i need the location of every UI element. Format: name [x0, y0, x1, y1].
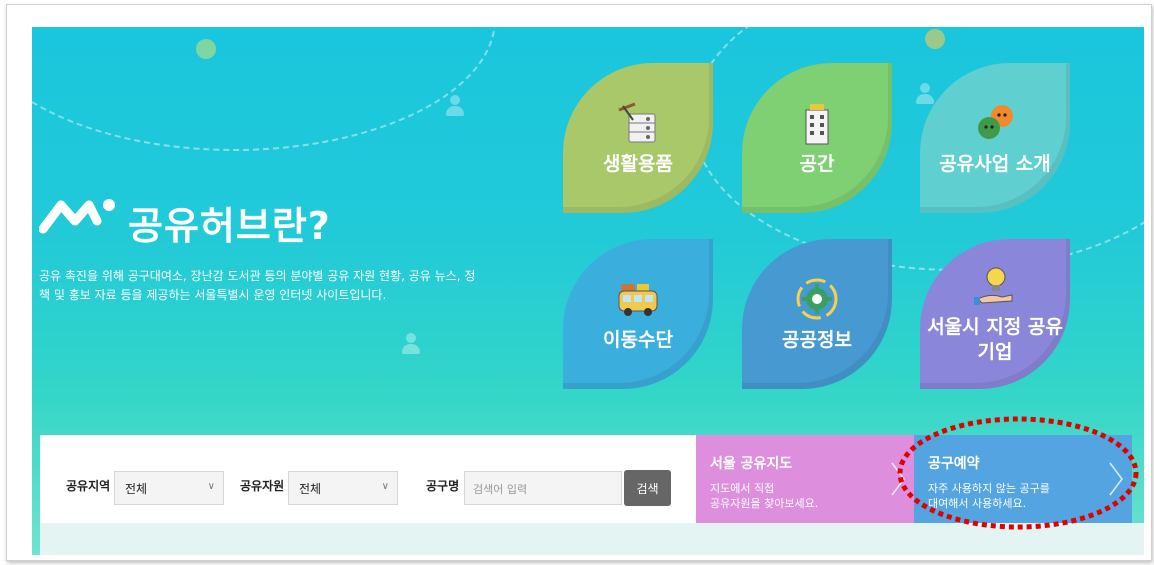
tile-label: 서울시 지정 공유기업	[927, 316, 1063, 363]
tile-transportation[interactable]: 이동수단	[563, 239, 713, 389]
background-dot	[196, 39, 216, 59]
resource-select-value: 전체	[299, 482, 322, 496]
lightbulb-hand-icon	[972, 263, 1018, 309]
hero-description: 공유 촉진을 위해 공구대여소, 장난감 도서관 등의 분야별 공유 자원 현황…	[39, 269, 476, 302]
sharehub-logo-icon	[38, 195, 119, 239]
person-icon	[446, 95, 464, 117]
tile-label: 생활용품	[603, 152, 673, 175]
tile-label: 공간	[799, 152, 835, 175]
tool-name-input[interactable]: 검색어 입력	[464, 471, 622, 505]
search-button[interactable]: 검색	[624, 470, 671, 506]
resource-label: 공유자원	[240, 479, 285, 493]
person-icon	[402, 333, 420, 355]
sharing-people-icon	[972, 100, 1018, 146]
van-icon	[615, 276, 661, 322]
background-dot	[925, 29, 945, 49]
annotation-highlight-ellipse	[897, 416, 1139, 530]
page-title: 공유허브란?	[128, 204, 331, 248]
resource-select[interactable]: 전체 ∨	[288, 471, 398, 505]
tile-label: 이동수단	[603, 328, 673, 351]
search-panel: 공유지역 전체 ∨ 공유자원 전체 ∨ 공구명 검색어 입력 검색	[40, 435, 696, 523]
tools-shelf-icon	[615, 100, 661, 146]
person-icon	[916, 83, 934, 105]
seoul-sharing-map-card[interactable]: 서울 공유지도 지도에서 직접 공유자원을 찾아보세요.	[696, 435, 914, 523]
tile-label: 공유사업 소개	[939, 152, 1051, 175]
chevron-down-icon: ∨	[381, 481, 389, 492]
card-title: 서울 공유지도	[710, 456, 793, 472]
tool-name-label: 공구명	[426, 479, 460, 493]
region-label: 공유지역	[66, 479, 111, 493]
tile-label: 공공정보	[782, 328, 852, 351]
card-description-line: 공유자원을 찾아보세요.	[710, 497, 819, 510]
chevron-down-icon: ∨	[207, 481, 215, 492]
tile-public-info[interactable]: 공공정보	[742, 239, 892, 389]
card-description-line: 지도에서 직접	[710, 482, 775, 495]
card-description: 지도에서 직접 공유자원을 찾아보세요.	[710, 481, 818, 511]
background-dashed-path	[32, 27, 496, 151]
gear-icon	[794, 276, 840, 322]
region-select[interactable]: 전체 ∨	[114, 471, 224, 505]
region-select-value: 전체	[125, 482, 148, 496]
tile-household-goods[interactable]: 생활용품	[563, 63, 713, 213]
building-icon	[794, 100, 840, 146]
